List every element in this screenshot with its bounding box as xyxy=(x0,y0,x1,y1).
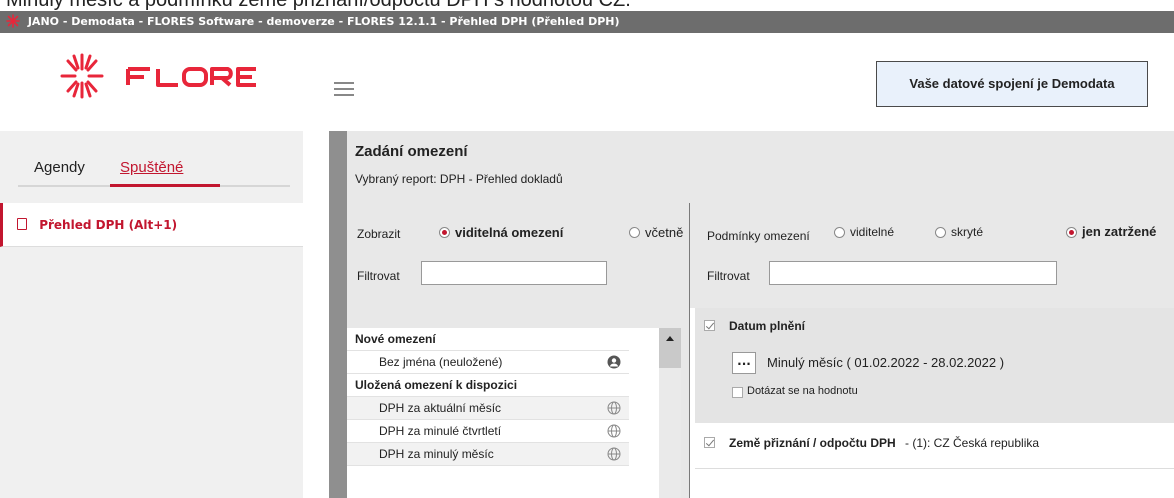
list-item-label: DPH za minulé čtvrtletí xyxy=(379,424,502,438)
list-item-label: DPH za aktuální měsíc xyxy=(379,401,502,415)
filter-input-right[interactable] xyxy=(769,261,1057,285)
flores-logo xyxy=(60,53,260,102)
radio-viditelne-label: viditelné xyxy=(850,225,895,239)
connection-indicator: Vaše datové spojení je Demodata xyxy=(876,61,1148,107)
globe-icon xyxy=(607,424,621,438)
sidebar-item-prehled-dph[interactable]: Přehled DPH (Alt+1) xyxy=(0,203,303,247)
tab-spustene[interactable]: Spuštěné xyxy=(120,159,183,176)
radio-jen-zatrzene[interactable] xyxy=(1066,227,1077,238)
condition-checkbox[interactable] xyxy=(704,437,715,448)
scroll-up-button[interactable] xyxy=(659,328,681,368)
user-icon xyxy=(607,355,621,369)
flores-app-icon xyxy=(6,14,20,28)
page-title: Zadání omezení xyxy=(355,143,468,160)
condition-datum-plneni: Datum plnění ... Minulý měsíc ( 01.02.20… xyxy=(695,308,1174,423)
radio-skryte-label: skryté xyxy=(951,225,984,239)
condition-title: Země přiznání / odpočtu DPH xyxy=(729,436,896,450)
radio-vcetne[interactable] xyxy=(629,227,640,238)
page-subtitle: Vybraný report: DPH - Přehled dokladů xyxy=(355,172,563,186)
list-item-minule-ctvrtleti[interactable]: DPH za minulé čtvrtletí xyxy=(347,420,629,443)
list-group-header: Nové omezení xyxy=(347,328,629,351)
radio-vcetne-label: včetně xyxy=(645,225,684,240)
main-panel: Zadání omezení Vybraný report: DPH - Pře… xyxy=(347,131,1174,498)
sidebar-item-label: Přehled DPH (Alt+1) xyxy=(39,218,178,232)
list-item-label: DPH za minulý měsíc xyxy=(379,447,494,461)
globe-icon xyxy=(607,401,621,415)
sidebar: Agendy Spuštěné Přehled DPH (Alt+1) xyxy=(0,131,303,498)
list-item-aktualni-mesic[interactable]: DPH za aktuální měsíc xyxy=(347,397,629,420)
conditions-toolbar xyxy=(690,203,1174,308)
radio-viditelne[interactable] xyxy=(834,227,845,238)
window-titlebar: JANO - Demodata - FLORES Software - demo… xyxy=(0,11,1174,33)
panel-gap xyxy=(303,131,329,498)
sidebar-tabs: Agendy Spuštěné xyxy=(18,131,290,187)
ask-value-checkbox[interactable] xyxy=(732,387,743,398)
condition-value: Minulý měsíc ( 01.02.2022 - 28.02.2022 ) xyxy=(767,355,1005,370)
condition-title: Datum plnění xyxy=(729,319,806,333)
filter-input-left[interactable] xyxy=(421,261,607,285)
condition-edit-button[interactable]: ... xyxy=(732,352,756,374)
list-item-label: Bez jména (neuložené) xyxy=(379,355,503,369)
radio-viditelna-omezeni[interactable] xyxy=(439,227,450,238)
list-group-header: Uložená omezení k dispozici xyxy=(347,374,629,397)
condition-detail: - (1): CZ Česká republika xyxy=(905,436,1040,450)
flores-logo-mark xyxy=(60,53,256,99)
ask-value-label: Dotázat se na hodnotu xyxy=(747,385,858,397)
filtrovat-label-right: Filtrovat xyxy=(707,269,750,283)
document-icon xyxy=(17,218,27,230)
filtrovat-label-left: Filtrovat xyxy=(357,269,400,283)
list-item-bez-jmena[interactable]: Bez jména (neuložené) xyxy=(347,351,629,374)
menu-hamburger-icon[interactable] xyxy=(334,82,354,96)
condition-zeme-priznani: Země přiznání / odpočtu DPH - (1): CZ Če… xyxy=(695,429,1174,469)
tab-agendy[interactable]: Agendy xyxy=(34,159,85,176)
app-header: Vaše datové spojení je Demodata xyxy=(0,33,1174,131)
restriction-list: Nové omezení Bez jména (neuložené) Ulože… xyxy=(347,328,681,498)
zobrazit-label: Zobrazit xyxy=(357,227,401,241)
radio-viditelna-label: viditelná omezení xyxy=(455,225,564,240)
globe-icon xyxy=(607,447,621,461)
podminky-label: Podmínky omezení xyxy=(707,229,810,243)
condition-checkbox[interactable] xyxy=(704,320,715,331)
radio-skryte[interactable] xyxy=(935,227,946,238)
active-tab-indicator xyxy=(110,184,220,187)
window-title: JANO - Demodata - FLORES Software - demo… xyxy=(27,15,620,28)
sidebar-splitter[interactable] xyxy=(329,131,347,498)
conditions-panel: Podmínky omezení viditelné skryté jen za… xyxy=(690,203,1174,498)
radio-jen-zatrzene-label: jen zatržené xyxy=(1082,224,1157,239)
list-item-minuly-mesic[interactable]: DPH za minulý měsíc xyxy=(347,443,629,466)
